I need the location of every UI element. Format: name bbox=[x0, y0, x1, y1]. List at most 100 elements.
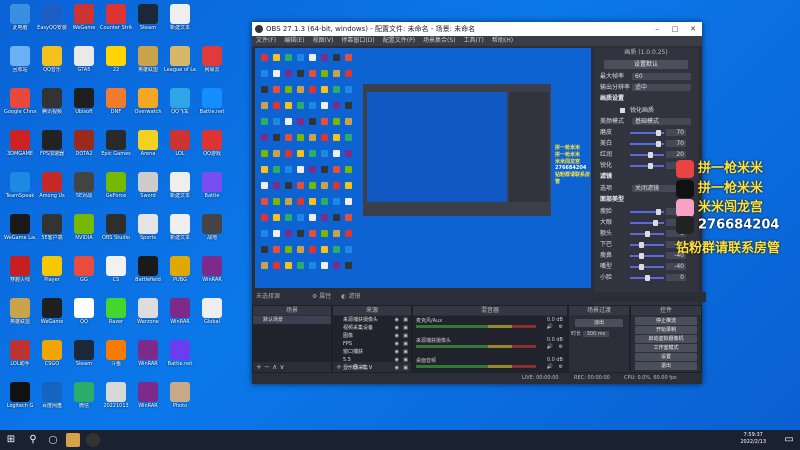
slider-knob[interactable] bbox=[639, 264, 644, 270]
desktop-icon[interactable]: Among Us bbox=[36, 170, 68, 210]
desktop-icon[interactable]: 新建文本 bbox=[164, 170, 196, 210]
slider-knob[interactable] bbox=[652, 220, 658, 226]
desktop-icon[interactable]: OBS Studio bbox=[100, 212, 132, 252]
gear-icon[interactable]: ⚙ bbox=[559, 364, 563, 370]
desktop-icon[interactable]: 5E对战 bbox=[68, 170, 100, 210]
visibility-icon[interactable]: ◉ bbox=[395, 324, 399, 332]
slider[interactable] bbox=[630, 163, 664, 169]
desktop-icon[interactable]: 3DMGAME bbox=[4, 128, 36, 168]
slider[interactable] bbox=[630, 231, 664, 237]
desktop-icon[interactable]: 战地 bbox=[196, 212, 228, 252]
speaker-icon[interactable]: 🔊 bbox=[547, 344, 553, 350]
menu-item[interactable]: 编辑(E) bbox=[284, 37, 304, 44]
obs-taskbar-icon[interactable] bbox=[86, 433, 100, 447]
slider-knob[interactable] bbox=[648, 152, 653, 158]
notification-icon[interactable]: ▭ bbox=[782, 433, 796, 447]
desktop-icon[interactable]: Battle bbox=[196, 170, 228, 210]
scene-item[interactable]: 默认场景 bbox=[253, 316, 331, 324]
control-button[interactable]: 开始录制 bbox=[635, 326, 697, 334]
slider[interactable] bbox=[630, 130, 664, 136]
slider-knob[interactable] bbox=[639, 242, 644, 248]
menu-item[interactable]: 配置文件(P) bbox=[383, 37, 415, 44]
desktop-icon[interactable]: NVIDIA bbox=[68, 212, 100, 252]
lock-icon[interactable]: ▣ bbox=[403, 316, 408, 324]
obs-preview[interactable]: 拼一枪米米 拼一枪米米 米米闯龙宫 276684204 钻粉群请联系房管 bbox=[255, 48, 591, 288]
desktop-icon[interactable]: WinRAR bbox=[132, 380, 164, 420]
obs-titlebar[interactable]: OBS 27.1.3 (64-bit, windows) - 配置文件: 未命名… bbox=[252, 22, 702, 36]
slider-knob[interactable] bbox=[639, 253, 644, 259]
slider[interactable] bbox=[630, 253, 664, 259]
slider-value[interactable]: 70 bbox=[666, 140, 686, 147]
desktop-icon[interactable]: DOTA2 bbox=[68, 128, 100, 168]
desktop-icon[interactable]: Photo bbox=[164, 380, 196, 420]
menu-item[interactable]: 文件(F) bbox=[256, 37, 276, 44]
speaker-icon[interactable]: 🔊 bbox=[547, 364, 553, 370]
menu-item[interactable]: 视图(V) bbox=[313, 37, 334, 44]
desktop-icon[interactable]: 英雄联盟 bbox=[132, 44, 164, 84]
menu-item[interactable]: 停靠窗口(D) bbox=[341, 37, 374, 44]
sources-toolbar[interactable]: + − ⚙ ∧ ∨ bbox=[333, 363, 411, 372]
set-default-button[interactable]: 设置默认 bbox=[604, 60, 688, 69]
desktop-icon[interactable]: Epic Games bbox=[100, 128, 132, 168]
desktop-icon[interactable]: QQ音乐 bbox=[36, 44, 68, 84]
fps-select[interactable]: 60 bbox=[632, 73, 691, 80]
taskbar-clock[interactable]: 7:59:37 2022/2/13 bbox=[740, 432, 766, 446]
desktop-icon[interactable]: 斗鱼 bbox=[100, 338, 132, 378]
desktop-icon[interactable]: CS bbox=[100, 254, 132, 294]
desktop-icon[interactable]: TeamSpeak bbox=[4, 170, 36, 210]
sharpen-checkbox-row[interactable]: 锐化画质 bbox=[594, 105, 698, 116]
desktop-icon[interactable]: FPS加速器 bbox=[36, 128, 68, 168]
checkbox[interactable] bbox=[620, 108, 625, 113]
menu-item[interactable]: 帮助(H) bbox=[492, 37, 513, 44]
maximize-icon[interactable]: □ bbox=[666, 22, 684, 36]
slider-knob[interactable] bbox=[655, 209, 661, 215]
menu-item[interactable]: 场景集合(S) bbox=[423, 37, 456, 44]
desktop-icon[interactable]: Battlefield bbox=[132, 254, 164, 294]
desktop-icon[interactable]: 腾讯视频 bbox=[36, 86, 68, 126]
source-item[interactable]: 窗口捕获 ◉ ▣ bbox=[333, 348, 411, 356]
desktop-icon[interactable]: 新建文本 bbox=[164, 212, 196, 252]
source-item[interactable]: 来源捕获摄像头 ◉ ▣ bbox=[333, 316, 411, 324]
slider-knob[interactable] bbox=[655, 130, 661, 136]
lock-icon[interactable]: ▣ bbox=[403, 324, 408, 332]
desktop-icon[interactable]: GG bbox=[68, 254, 100, 294]
desktop-icon[interactable]: 回收站 bbox=[4, 44, 36, 84]
desktop-icon[interactable]: WeGame bbox=[36, 296, 68, 336]
slider[interactable] bbox=[630, 275, 664, 281]
desktop-icon[interactable]: WeGame Launcher bbox=[4, 212, 36, 252]
control-button[interactable]: 设置 bbox=[635, 353, 697, 361]
source-item[interactable]: 视频采集设备 ◉ ▣ bbox=[333, 324, 411, 332]
desktop-icon[interactable]: 5E客户端 bbox=[36, 212, 68, 252]
search-icon[interactable]: ⚲ bbox=[26, 433, 40, 447]
desktop-icon[interactable]: QQ游戏 bbox=[196, 128, 228, 168]
gear-icon[interactable]: ⚙ bbox=[559, 344, 563, 350]
desktop-icon[interactable]: League of Legends bbox=[164, 44, 196, 84]
desktop-icon[interactable]: 20221013 bbox=[100, 380, 132, 420]
minimize-icon[interactable]: – bbox=[648, 22, 666, 36]
speaker-icon[interactable]: 🔊 bbox=[547, 324, 553, 330]
source-item[interactable]: 图像 ◉ ▣ bbox=[333, 332, 411, 340]
slider-value[interactable]: 0 bbox=[666, 274, 686, 281]
desktop-icon[interactable]: 英雄联盟 bbox=[4, 296, 36, 336]
visibility-icon[interactable]: ◉ bbox=[395, 348, 399, 356]
control-button[interactable]: 停止推流 bbox=[635, 317, 697, 325]
desktop-icon[interactable]: PUBG bbox=[164, 254, 196, 294]
source-item[interactable]: FPS ◉ ▣ bbox=[333, 340, 411, 348]
slider-value[interactable]: -40 bbox=[666, 263, 686, 270]
visibility-icon[interactable]: ◉ bbox=[395, 332, 399, 340]
desktop-icon[interactable]: GeForce bbox=[100, 170, 132, 210]
duration-input[interactable]: 300 ms bbox=[582, 331, 610, 337]
desktop-icon[interactable]: DNF bbox=[100, 86, 132, 126]
scenes-toolbar[interactable]: + − ∧ ∨ bbox=[253, 363, 331, 372]
slider[interactable] bbox=[630, 209, 664, 215]
desktop-icon[interactable]: 微信 bbox=[68, 380, 100, 420]
properties-button[interactable]: ⚙ 属性 bbox=[312, 293, 331, 300]
slider[interactable] bbox=[630, 220, 664, 226]
desktop-icon[interactable]: QQ飞车 bbox=[164, 86, 196, 126]
lock-icon[interactable]: ▣ bbox=[403, 340, 408, 348]
desktop-icon[interactable]: Overwatch bbox=[132, 86, 164, 126]
desktop-icon[interactable]: Steam bbox=[132, 2, 164, 42]
desktop-icon[interactable]: LOL bbox=[164, 128, 196, 168]
mode-select[interactable]: 基础模式 bbox=[632, 118, 691, 125]
resolution-select[interactable]: 适中 bbox=[632, 84, 691, 91]
